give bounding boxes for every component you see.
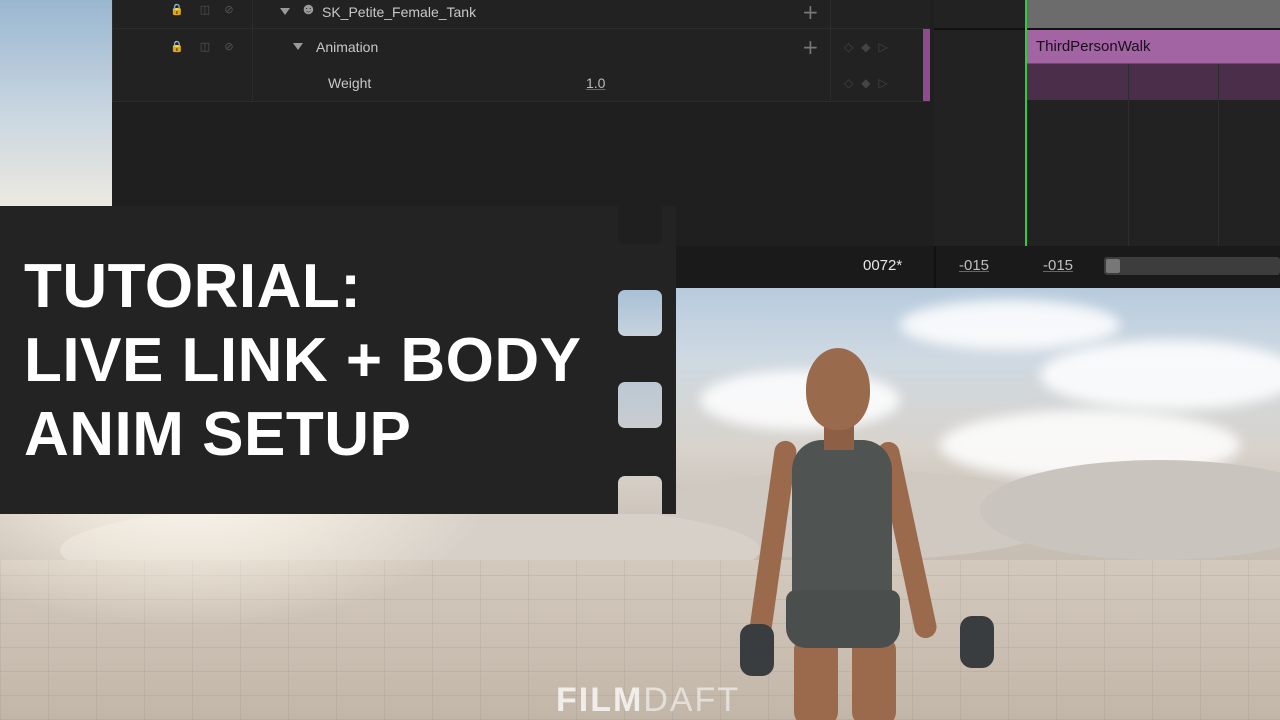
timeline-track-area[interactable]: ThirdPersonWalk [934,0,1280,246]
title-card: TUTORIAL: LIVE LINK + BODY ANIM SETUP [0,206,676,514]
disable-icon[interactable]: ⊘ [222,40,236,54]
skeleton-icon: ☻ [300,1,317,18]
watermark-part: DAFT [643,681,741,719]
headphones-icon[interactable]: ◫ [198,3,212,17]
expand-caret-icon[interactable] [280,8,290,15]
weight-section[interactable] [1026,64,1280,100]
title-line: ANIM SETUP [24,400,412,469]
right-glove [960,616,994,668]
track-row-skeletal-mesh[interactable]: 🔒 ◫ ⊘ ☻ SK_Petite_Female_Tank + [112,0,930,29]
timeline-scrollbar[interactable] [1104,257,1280,275]
film-strip-edge [618,206,676,514]
track-label: Animation [316,39,379,55]
torso [792,440,892,610]
left-leg [794,636,838,720]
film-perforation [618,382,662,428]
weight-value-field[interactable]: 1.0 [586,65,605,101]
clip-label: ThirdPersonWalk [1036,38,1151,55]
disable-icon[interactable]: ⊘ [222,3,236,17]
left-glove [740,624,774,676]
keyframe-nav-icon[interactable]: ◇◆▷ [844,65,896,101]
right-leg [852,636,896,720]
current-frame-field[interactable]: 0072* [863,246,902,286]
character-model[interactable] [720,340,1030,720]
film-notch [618,206,662,244]
shorts [786,590,900,648]
film-perforation [618,476,662,514]
headphones-icon[interactable]: ◫ [198,40,212,54]
sky-strip [0,0,112,206]
add-track-button[interactable]: + [802,0,819,30]
gridline [1218,64,1219,246]
filmdaft-watermark: FILMDAFT [556,680,740,720]
track-color-tint [923,65,930,101]
gridline [1128,64,1129,246]
screenshot-stage: 🔒 ◫ ⊘ ☻ SK_Petite_Female_Tank + 🔒 ◫ ⊘ An… [0,0,1280,720]
previous-section [1026,0,1280,28]
track-row-animation[interactable]: 🔒 ◫ ⊘ Animation + ◇◆▷ [112,29,930,66]
property-label: Weight [328,75,372,91]
lock-icon[interactable]: 🔒 [170,40,184,54]
tutorial-title: TUTORIAL: LIVE LINK + BODY ANIM SETUP [24,250,614,472]
track-row-weight[interactable]: Weight 1.0 ◇◆▷ [112,65,930,102]
range-end-field[interactable]: -015 [1043,246,1073,286]
title-line: TUTORIAL: [24,252,362,321]
track-label: SK_Petite_Female_Tank [322,4,477,20]
lock-icon[interactable]: 🔒 [170,3,184,17]
expand-caret-icon[interactable] [293,43,303,50]
track-color-tint [923,29,930,65]
cloud [1040,340,1280,410]
keyframe-nav-icon[interactable]: ◇◆▷ [844,29,896,65]
range-start-field[interactable]: -015 [959,246,989,286]
footer-divider [934,246,936,288]
scrollbar-thumb[interactable] [1106,259,1120,273]
head [806,348,870,430]
column-divider [252,0,253,100]
playhead-line[interactable] [1025,0,1027,246]
title-line: LIVE LINK + BODY [24,326,582,395]
add-animation-button[interactable]: + [802,29,819,65]
column-divider [830,0,831,100]
animation-section-clip[interactable]: ThirdPersonWalk [1026,30,1280,65]
watermark-part: FILM [556,681,644,719]
film-perforation [618,290,662,336]
column-divider [112,0,113,100]
